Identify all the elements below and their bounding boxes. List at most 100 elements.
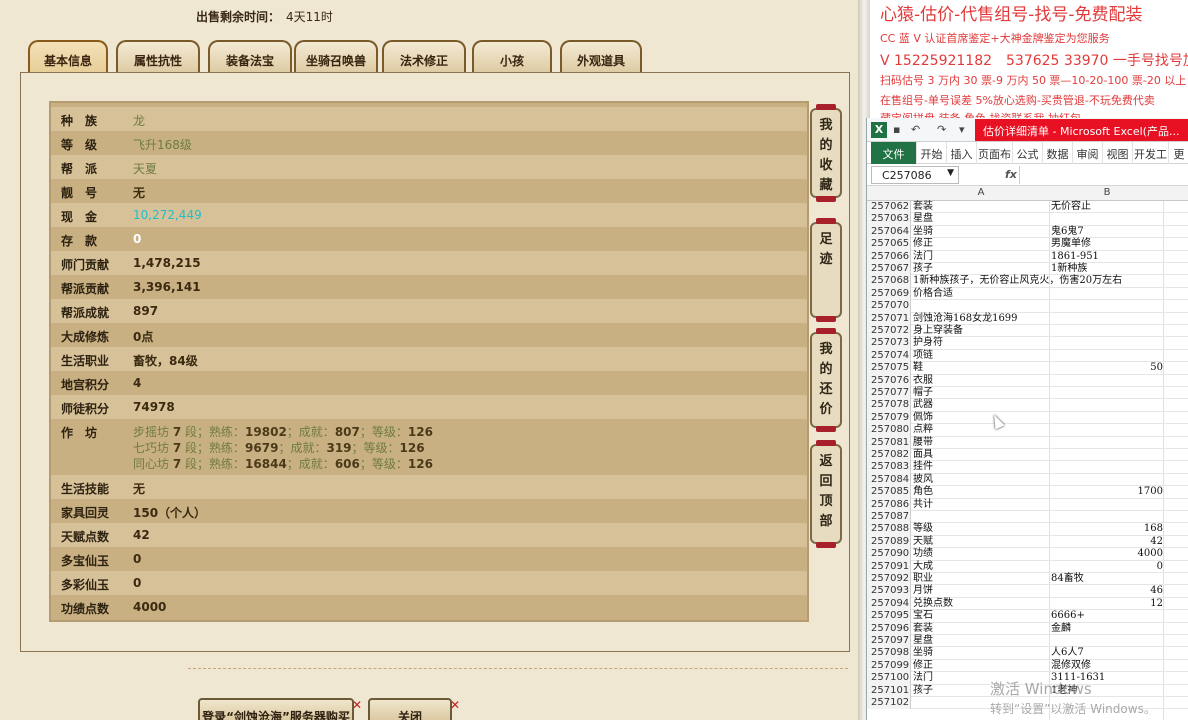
sheet-row[interactable]: 257077 帽子 (867, 387, 1188, 400)
row-number[interactable]: 257067 (867, 263, 911, 276)
cell-b[interactable]: 男魔单修 (1051, 238, 1163, 250)
sheet-row[interactable]: 257076 衣服 (867, 374, 1188, 387)
tab-attributes[interactable]: 属性抗性 (116, 40, 200, 74)
sheet-row[interactable]: 257075 鞋 50 (867, 362, 1188, 375)
tab-file[interactable]: 文件 (871, 142, 917, 164)
tab-view[interactable]: 视图 (1103, 142, 1133, 164)
back-to-top-button[interactable]: 返回顶部 (810, 440, 842, 548)
cell-b[interactable]: 12 (1051, 598, 1163, 610)
cell-a[interactable]: 价格合适 (913, 288, 1049, 300)
sheet-row[interactable]: 257086 共计 (867, 498, 1188, 511)
cell-a[interactable]: 修正 (913, 660, 1049, 672)
row-number[interactable]: 257071 (867, 312, 911, 325)
cell-a[interactable]: 修正 (913, 238, 1049, 250)
customize-icon[interactable]: ▾ (959, 123, 965, 136)
row-number[interactable]: 257097 (867, 635, 911, 648)
cell-b[interactable]: 金麟 (1051, 623, 1163, 635)
row-number[interactable]: 257083 (867, 461, 911, 474)
sheet-row[interactable]: 257070 (867, 300, 1188, 313)
sheet-row[interactable]: 257067 孩子 1新种族 (867, 263, 1188, 276)
row-number[interactable]: 257088 (867, 523, 911, 536)
tab-basic-info[interactable]: 基本信息 (28, 40, 108, 76)
sheet-row[interactable]: 257091 大成 0 (867, 560, 1188, 573)
cell-a[interactable]: 项链 (913, 350, 1049, 362)
sheet-row[interactable]: 257082 面具 (867, 449, 1188, 462)
cell-a[interactable]: 1新种族孩子，无价容止风克火，伤害20万左右 (913, 275, 1122, 287)
cell-a[interactable]: 天赋 (913, 536, 1049, 548)
cell-a[interactable]: 坐骑 (913, 647, 1049, 659)
row-number[interactable]: 257090 (867, 548, 911, 561)
tab-developer[interactable]: 开发工 (1133, 142, 1169, 164)
cell-a[interactable]: 等级 (913, 523, 1049, 535)
sheet-row[interactable]: 257099 修正 混修双修 (867, 659, 1188, 673)
cell-a[interactable]: 孩子 (913, 263, 1049, 275)
cell-a[interactable]: 武器 (913, 399, 1049, 411)
cell-a[interactable]: 披风 (913, 474, 1049, 486)
cell-a[interactable]: 职业 (913, 573, 1049, 585)
tab-appearance[interactable]: 外观道具 (560, 40, 642, 74)
cell-b[interactable]: 4000 (1051, 548, 1163, 560)
sheet-row[interactable]: 257094 兑换点数 12 (867, 597, 1188, 611)
cell-b[interactable]: 84畜牧 (1051, 573, 1163, 585)
undo-icon[interactable]: ↶ (911, 123, 920, 136)
row-number[interactable]: 257096 (867, 622, 911, 635)
row-number[interactable]: 257080 (867, 424, 911, 437)
cell-a[interactable]: 大成 (913, 561, 1049, 573)
sheet-row[interactable]: 257095 宝石 6666+ (867, 610, 1188, 623)
sheet-row[interactable]: 257073 护身符 (867, 337, 1188, 350)
sheet-row[interactable]: 257069 价格合适 (867, 287, 1188, 301)
cell-a[interactable]: 挂件 (913, 461, 1049, 473)
login-server-buy-button[interactable]: 登录“剑蚀沧海”服务器购买 ✕ (198, 698, 362, 720)
row-number[interactable]: 257095 (867, 610, 911, 623)
cell-a[interactable]: 月饼 (913, 585, 1049, 597)
cell-a[interactable]: 法门 (913, 251, 1049, 263)
save-icon[interactable]: ▪ (893, 123, 900, 136)
cell-a[interactable]: 点粹 (913, 424, 1049, 436)
sheet-row[interactable]: 257062 套装 无价容止 (867, 201, 1188, 214)
row-number[interactable]: 257074 (867, 349, 911, 363)
sheet-grid[interactable]: 257062 套装 无价容止 257063 星盘 257064 坐骑 鬼6鬼7 257065 修正… (867, 201, 1188, 720)
my-counter-offers-button[interactable]: 我的还价 (810, 328, 842, 432)
tab-data[interactable]: 数据 (1043, 142, 1073, 164)
sheet-row[interactable]: 257071 剑蚀沧海168女龙1699 (867, 312, 1188, 325)
row-number[interactable]: 257066 (867, 250, 911, 263)
sheet-row[interactable]: 257074 项链 (867, 349, 1188, 363)
row-number[interactable]: 257101 (867, 684, 911, 697)
cell-a[interactable]: 功绩 (913, 548, 1049, 560)
sheet-row[interactable]: 257090 功绩 4000 (867, 548, 1188, 561)
row-number[interactable]: 257076 (867, 374, 911, 387)
sheet-row[interactable]: 257084 披风 (867, 473, 1188, 487)
sheet-row[interactable]: 257072 身上穿装备 (867, 325, 1188, 338)
tab-page-layout[interactable]: 页面布 (977, 142, 1013, 164)
close-button[interactable]: 关闭 ✕ (368, 698, 460, 720)
tab-insert[interactable]: 插入 (947, 142, 977, 164)
cell-b[interactable]: 6666+ (1051, 610, 1163, 622)
cell-b[interactable]: 0 (1051, 561, 1163, 573)
row-number[interactable]: 257063 (867, 213, 911, 226)
cell-a[interactable]: 坐骑 (913, 226, 1049, 238)
footprints-button[interactable]: 足迹 (810, 218, 842, 322)
row-number[interactable]: 257091 (867, 560, 911, 573)
cell-a[interactable]: 角色 (913, 486, 1049, 498)
sheet-row[interactable]: 257089 天赋 42 (867, 535, 1188, 549)
row-number[interactable]: 257098 (867, 647, 911, 660)
formula-input[interactable] (1019, 166, 1187, 184)
tab-equipment[interactable]: 装备法宝 (208, 40, 292, 74)
name-box[interactable]: C257086 ▼ (871, 166, 959, 184)
fx-icon[interactable]: fx (1005, 168, 1017, 181)
cell-a[interactable]: 佩饰 (913, 412, 1049, 424)
row-number[interactable]: 257100 (867, 672, 911, 685)
row-number[interactable]: 257099 (867, 659, 911, 673)
row-number[interactable]: 257070 (867, 300, 911, 313)
cell-a[interactable]: 宝石 (913, 610, 1049, 622)
row-number[interactable]: 257089 (867, 535, 911, 549)
cell-a[interactable]: 剑蚀沧海168女龙1699 (913, 313, 1049, 325)
sheet-row[interactable]: 257068 1新种族孩子，无价容止风克火，伤害20万左右 (867, 275, 1188, 288)
row-number[interactable]: 257087 (867, 511, 911, 524)
sheet-row[interactable]: 257078 武器 (867, 399, 1188, 412)
cell-b[interactable]: 混修双修 (1051, 660, 1163, 672)
sheet-row[interactable]: 257079 佩饰 (867, 411, 1188, 425)
sheet-row[interactable]: 257096 套装 金麟 (867, 622, 1188, 635)
cell-a[interactable]: 衣服 (913, 375, 1049, 387)
cell-a[interactable]: 兑换点数 (913, 598, 1049, 610)
